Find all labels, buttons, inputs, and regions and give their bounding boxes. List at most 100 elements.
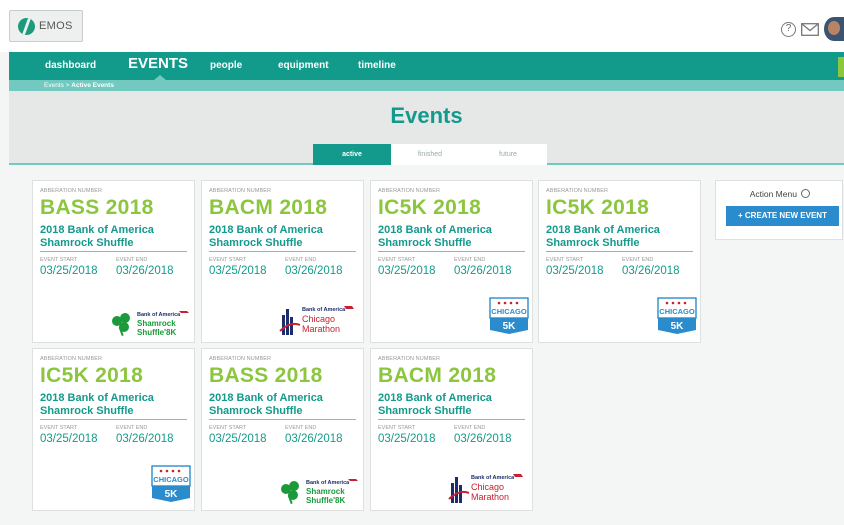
five-k-text: 5K (671, 321, 685, 332)
nav-side-tab[interactable] (838, 57, 844, 77)
nav-events[interactable]: EVENTS (128, 55, 188, 72)
user-avatar[interactable] (824, 17, 844, 41)
event-name: 2018 Bank of America Shamrock Shuffle (546, 224, 660, 249)
nav-people[interactable]: people (210, 60, 242, 71)
top-bar: EMOS ? (0, 0, 844, 52)
event-start-label: EVENT START (209, 425, 247, 431)
event-card[interactable]: ABBERATION NUMBER IC5K 2018 2018 Bank of… (370, 180, 533, 343)
event-card[interactable]: ABBERATION NUMBER IC5K 2018 2018 Bank of… (538, 180, 701, 343)
tab-finished[interactable]: finished (391, 144, 469, 165)
event-end-label: EVENT END (454, 257, 486, 263)
nav-equipment[interactable]: equipment (278, 60, 329, 71)
event-end-date: 03/26/2018 (116, 433, 174, 445)
page-header: Events active finished future (9, 91, 844, 165)
event-logo: Bank of America Chicago Marathon (278, 303, 362, 340)
skyline-icon (451, 477, 462, 503)
event-start-date: 03/25/2018 (378, 265, 436, 277)
mail-icon[interactable] (801, 22, 819, 36)
shamrock-icon (281, 481, 299, 505)
event-start-label: EVENT START (40, 257, 78, 263)
event-card[interactable]: ABBERATION NUMBER BASS 2018 2018 Bank of… (32, 180, 195, 343)
event-end-date: 03/26/2018 (622, 265, 680, 277)
chicago-text: Chicago (471, 482, 504, 492)
shamrock-text: Shamrock (306, 487, 345, 496)
shamrock-icon (112, 313, 130, 337)
tab-future[interactable]: future (469, 144, 547, 165)
event-logo: Bank of America Shamrock Shuffle'8K (109, 309, 193, 344)
abbreviation-label: ABBERATION NUMBER (40, 188, 103, 194)
event-name: 2018 Bank of America Shamrock Shuffle (209, 392, 323, 417)
event-start-date: 03/25/2018 (40, 265, 98, 277)
logo-icon (18, 17, 35, 35)
chicago-marathon-logo: Bank of America Chicago Marathon (279, 306, 354, 335)
event-start-date: 03/25/2018 (209, 265, 267, 277)
event-name: 2018 Bank of America Shamrock Shuffle (378, 392, 492, 417)
event-name: 2018 Bank of America Shamrock Shuffle (40, 392, 154, 417)
chicago-text: CHICAGO (153, 475, 189, 484)
marathon-text: Marathon (471, 492, 509, 502)
event-abbreviation: BACM 2018 (378, 364, 497, 387)
event-start-label: EVENT START (378, 257, 416, 263)
event-end-date: 03/26/2018 (285, 265, 343, 277)
abbreviation-label: ABBERATION NUMBER (209, 356, 272, 362)
card-divider (378, 251, 525, 252)
page-title: Events (390, 103, 463, 128)
shamrock-shuffle-logo: Bank of America Shamrock Shuffle'8K (112, 311, 189, 337)
event-abbreviation: IC5K 2018 (378, 196, 482, 219)
event-logo: CHICAGO 5K (489, 297, 529, 340)
event-end-date: 03/26/2018 (116, 265, 174, 277)
five-k-text: 5K (165, 489, 179, 500)
create-new-event-button[interactable]: + CREATE NEW EVENT (726, 206, 839, 226)
breadcrumb-current: Active Events (71, 82, 114, 89)
event-start-label: EVENT START (40, 425, 78, 431)
marathon-text: Marathon (302, 324, 340, 334)
bank-text: Bank of America (471, 475, 515, 481)
event-name: 2018 Bank of America Shamrock Shuffle (209, 224, 323, 249)
top-icons: ? (781, 17, 844, 41)
event-abbreviation: IC5K 2018 (40, 364, 144, 387)
event-logo: CHICAGO 5K (151, 465, 191, 508)
bank-text: Bank of America (306, 480, 350, 486)
card-divider (40, 251, 187, 252)
abbreviation-label: ABBERATION NUMBER (209, 188, 272, 194)
main-nav: dashboard EVENTS people equipment timeli… (9, 52, 844, 80)
nav-dashboard[interactable]: dashboard (45, 60, 96, 71)
bank-flag-icon (348, 479, 358, 481)
event-name: 2018 Bank of America Shamrock Shuffle (40, 224, 154, 249)
app-logo[interactable]: EMOS (9, 10, 83, 42)
tab-active[interactable]: active (313, 144, 391, 165)
chicago-text: CHICAGO (659, 307, 695, 316)
event-logo: CHICAGO 5K (657, 297, 697, 340)
action-menu-title: Action Menu (716, 189, 844, 199)
event-card[interactable]: ABBERATION NUMBER BACM 2018 2018 Bank of… (201, 180, 364, 343)
event-abbreviation: IC5K 2018 (546, 196, 650, 219)
chicago-text: CHICAGO (491, 307, 527, 316)
shuffle-text: Shuffle'8K (137, 328, 176, 337)
event-abbreviation: BASS 2018 (40, 196, 154, 219)
chicago-marathon-logo: Bank of America Chicago Marathon (448, 474, 523, 503)
help-icon[interactable]: ? (781, 21, 796, 37)
nav-timeline[interactable]: timeline (358, 60, 396, 71)
event-end-label: EVENT END (116, 425, 148, 431)
event-end-date: 03/26/2018 (285, 433, 343, 445)
event-logo: Bank of America Chicago Marathon (447, 471, 531, 508)
gear-icon[interactable] (801, 189, 811, 198)
event-card[interactable]: ABBERATION NUMBER IC5K 2018 2018 Bank of… (32, 348, 195, 511)
chicago-5k-logo: CHICAGO 5K (657, 297, 697, 334)
event-card[interactable]: ABBERATION NUMBER BASS 2018 2018 Bank of… (201, 348, 364, 511)
event-abbreviation: BACM 2018 (209, 196, 328, 219)
card-divider (209, 419, 356, 420)
breadcrumb-root[interactable]: Events (44, 82, 64, 89)
event-card[interactable]: ABBERATION NUMBER BACM 2018 2018 Bank of… (370, 348, 533, 511)
event-end-label: EVENT END (622, 257, 654, 263)
five-k-text: 5K (503, 321, 517, 332)
shamrock-shuffle-logo: Bank of America Shamrock Shuffle'8K (281, 479, 358, 505)
chicago-5k-logo: CHICAGO 5K (151, 465, 191, 502)
action-menu: Action Menu + CREATE NEW EVENT (715, 180, 843, 240)
event-logo: Bank of America Shamrock Shuffle'8K (278, 477, 362, 512)
event-end-label: EVENT END (285, 425, 317, 431)
event-start-date: 03/25/2018 (40, 433, 98, 445)
card-divider (546, 251, 693, 252)
abbreviation-label: ABBERATION NUMBER (378, 356, 441, 362)
event-end-date: 03/26/2018 (454, 265, 512, 277)
